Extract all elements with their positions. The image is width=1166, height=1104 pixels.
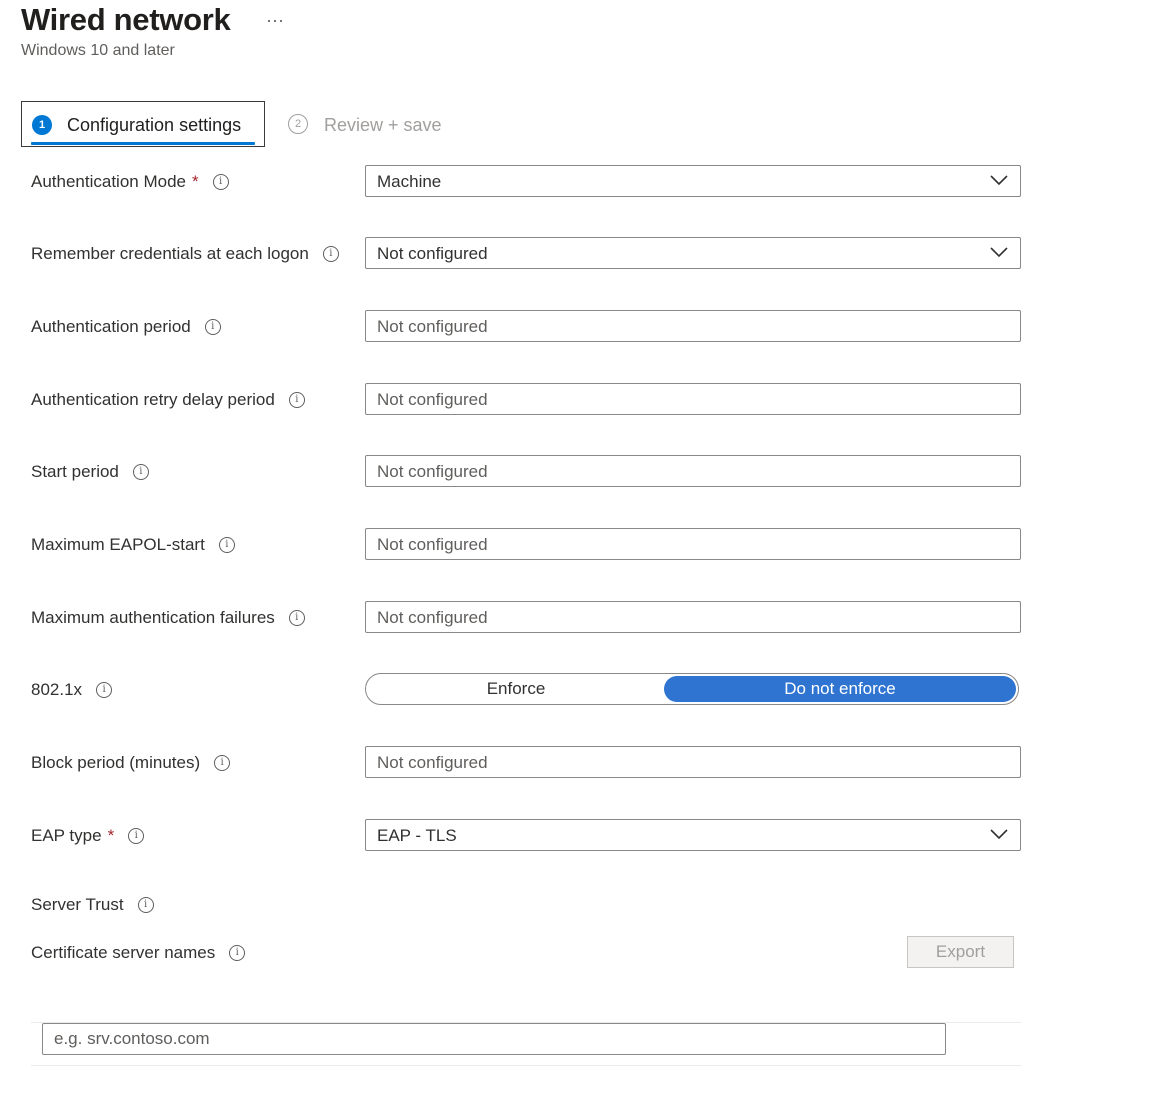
field-label: Start period — [31, 462, 119, 481]
info-icon[interactable]: i — [128, 828, 145, 844]
info-icon[interactable]: i — [288, 610, 305, 626]
chevron-down-icon — [990, 829, 1008, 840]
info-icon[interactable]: i — [322, 246, 339, 262]
toggle-option-enforce[interactable]: Enforce — [368, 676, 664, 702]
start-period-input[interactable]: Not configured — [365, 455, 1021, 487]
row-authentication-retry-delay: Authentication retry delay period i Not c… — [0, 383, 1166, 417]
field-label: Certificate server names — [31, 943, 216, 962]
field-label: Block period (minutes) — [31, 753, 201, 772]
dropdown-value: Machine — [377, 172, 442, 191]
chevron-down-icon — [990, 175, 1008, 186]
required-marker: * — [192, 172, 199, 191]
input-placeholder: Not configured — [377, 462, 488, 481]
more-icon[interactable]: ··· — [266, 10, 284, 31]
row-block-period: Block period (minutes) i Not configured — [0, 746, 1166, 780]
certificate-server-names-grid — [31, 1022, 1021, 1066]
info-icon[interactable]: i — [229, 945, 246, 961]
active-step-indicator — [31, 142, 255, 145]
step-label: Configuration settings — [67, 115, 242, 135]
info-icon[interactable]: i — [218, 537, 235, 553]
max-auth-failures-input[interactable]: Not configured — [365, 601, 1021, 633]
row-authentication-period: Authentication period i Not configured — [0, 310, 1166, 344]
certificate-server-name-input[interactable] — [42, 1023, 946, 1055]
info-icon[interactable]: i — [137, 897, 154, 913]
required-marker: * — [107, 826, 115, 845]
info-icon[interactable]: i — [212, 174, 229, 190]
field-label: Authentication retry delay period — [31, 390, 275, 409]
input-placeholder: Not configured — [377, 390, 488, 409]
field-label: 802.1x — [31, 680, 83, 699]
field-label: Authentication period — [31, 317, 191, 336]
max-eapol-start-input[interactable]: Not configured — [365, 528, 1021, 560]
field-label: EAP type — [31, 826, 102, 845]
row-802-1x: 802.1x i Enforce Do not enforce — [0, 673, 1166, 707]
remember-credentials-dropdown[interactable]: Not configured — [365, 237, 1021, 269]
eap-type-dropdown[interactable]: EAP - TLS — [365, 819, 1021, 851]
row-authentication-mode: Authentication Mode * i Machine — [0, 165, 1166, 199]
info-icon[interactable]: i — [96, 682, 113, 698]
802-1x-toggle[interactable]: Enforce Do not enforce — [365, 673, 1019, 705]
input-placeholder: Not configured — [377, 535, 488, 554]
input-placeholder: Not configured — [377, 608, 488, 627]
dropdown-value: EAP - TLS — [377, 826, 457, 845]
row-start-period: Start period i Not configured — [0, 455, 1166, 489]
field-label: Authentication Mode — [31, 172, 186, 191]
toggle-option-do-not-enforce[interactable]: Do not enforce — [664, 676, 1016, 702]
row-max-auth-failures: Maximum authentication failures i Not con… — [0, 601, 1166, 635]
authentication-mode-dropdown[interactable]: Machine — [365, 165, 1021, 197]
export-button[interactable]: Export — [907, 936, 1014, 968]
info-icon[interactable]: i — [204, 319, 221, 335]
row-remember-credentials: Remember credentials at each logon i Not … — [0, 237, 1166, 271]
page-title: Wired network — [21, 2, 231, 37]
section-heading: Server Trust — [31, 895, 124, 914]
authentication-retry-delay-input[interactable]: Not configured — [365, 383, 1021, 415]
field-label: Maximum EAPOL-start — [31, 535, 205, 554]
chevron-down-icon — [990, 247, 1008, 258]
row-eap-type: EAP type * i EAP - TLS — [0, 819, 1166, 853]
section-server-trust: Server Trust i — [0, 888, 1166, 922]
authentication-period-input[interactable]: Not configured — [365, 310, 1021, 342]
input-placeholder: Not configured — [377, 753, 488, 772]
block-period-input[interactable]: Not configured — [365, 746, 1021, 778]
step-number-1: 1 — [32, 115, 52, 135]
info-icon[interactable]: i — [288, 392, 305, 408]
step-configuration-settings[interactable]: 1 Configuration settings — [21, 101, 265, 147]
page-subtitle: Windows 10 and later — [21, 42, 175, 59]
field-label: Maximum authentication failures — [31, 608, 275, 627]
field-label: Remember credentials at each logon — [31, 244, 309, 263]
step-label: Review + save — [324, 115, 442, 135]
input-placeholder: Not configured — [377, 317, 488, 336]
info-icon[interactable]: i — [132, 464, 149, 480]
info-icon[interactable]: i — [214, 755, 231, 771]
dropdown-value: Not configured — [377, 244, 488, 263]
step-number-2: 2 — [288, 114, 308, 134]
row-max-eapol-start: Maximum EAPOL-start i Not configured — [0, 528, 1166, 562]
